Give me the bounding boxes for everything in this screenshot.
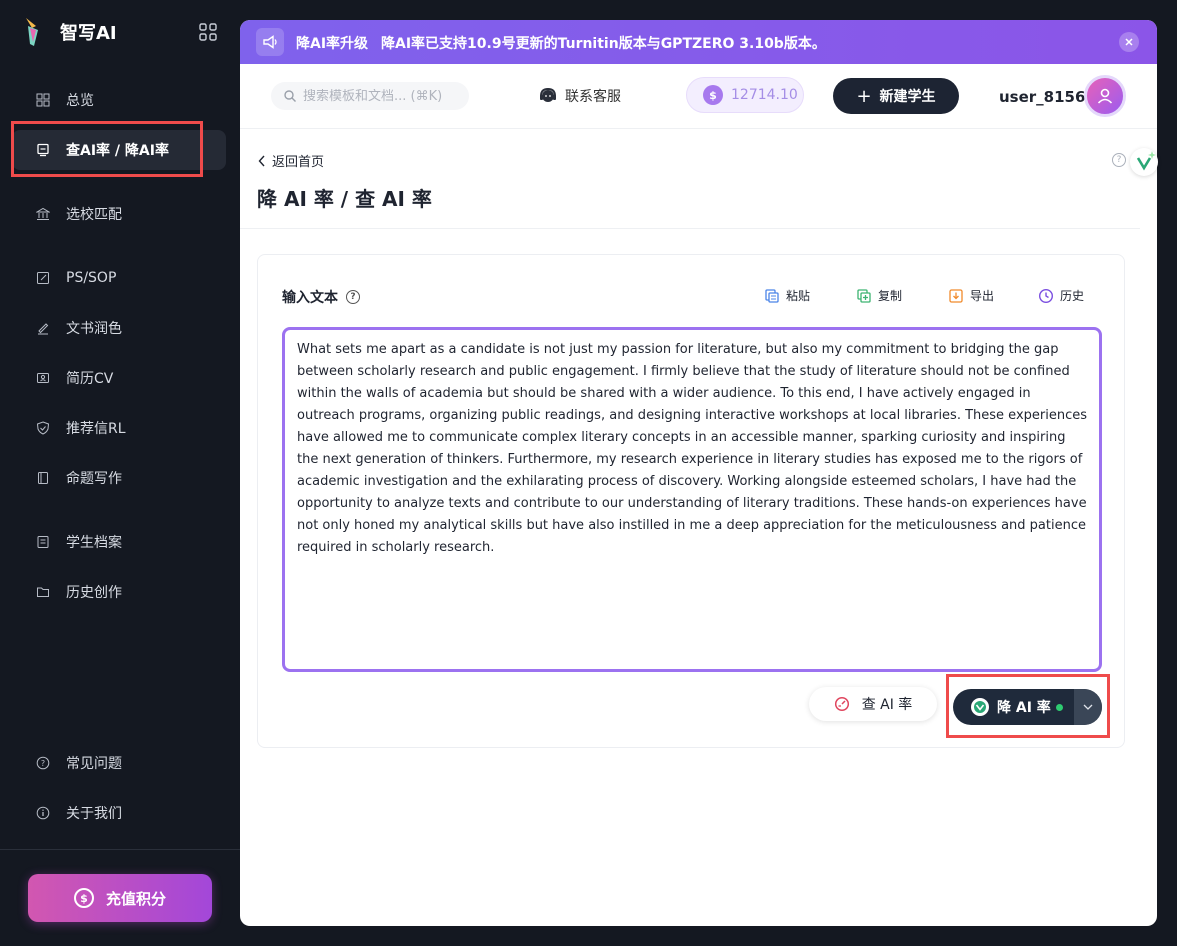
pen-icon: [38, 323, 49, 335]
help-icon[interactable]: ?: [1112, 153, 1126, 167]
credits-badge[interactable]: $ 12714.10: [686, 77, 804, 113]
book-icon: [38, 472, 48, 484]
history-button[interactable]: 历史: [1038, 287, 1084, 304]
question-icon: ?: [36, 756, 50, 770]
resume-icon: [37, 373, 49, 383]
grid-icon: [36, 93, 50, 107]
sidebar-item-label: PS/SOP: [66, 270, 117, 286]
search-icon: [284, 90, 296, 102]
sidebar-item-resume[interactable]: 简历CV: [12, 358, 226, 398]
megaphone-icon: [256, 28, 284, 56]
sidebar-item-faq[interactable]: ? 常见问题: [12, 743, 226, 783]
archive-icon: [37, 536, 49, 548]
sidebar-item-topic-writing[interactable]: 命题写作: [12, 458, 226, 498]
sidebar-item-label: 常见问题: [66, 756, 122, 772]
school-icon: [36, 207, 50, 220]
sidebar-item-about[interactable]: 关于我们: [12, 793, 226, 833]
sidebar-item-label: 推荐信RL: [66, 421, 126, 437]
sparkle-icon: [1136, 151, 1156, 171]
folder-icon: [37, 587, 49, 597]
sidebar-item-label: 文书润色: [66, 321, 122, 337]
highlight-box-reduce: [946, 674, 1110, 738]
sidebar-item-label: 关于我们: [66, 806, 122, 822]
sidebar-item-label: 简历CV: [66, 371, 114, 387]
chevron-left-icon: [258, 155, 265, 166]
sidebar-divider: [0, 849, 240, 850]
headset-icon: [540, 87, 556, 102]
export-label: 导出: [970, 289, 995, 303]
sidebar-item-overview[interactable]: 总览: [12, 80, 226, 120]
check-ai-rate-label: 查 AI 率: [861, 697, 913, 713]
history-label: 历史: [1060, 289, 1085, 303]
sidebar-item-polish[interactable]: 文书润色: [12, 308, 226, 348]
apps-grid-icon[interactable]: [199, 23, 217, 41]
close-icon[interactable]: [1119, 32, 1139, 52]
sidebar: 智写AI 总览 查AI率 / 降AI率 选校匹配 PS/SOP 文书润色 简历C…: [0, 0, 240, 946]
new-student-label: 新建学生: [879, 89, 936, 105]
edit-doc-icon: [37, 272, 49, 284]
gauge-icon: [834, 696, 849, 712]
paste-button[interactable]: 粘贴: [764, 287, 810, 304]
announcement-banner: 降AI率升级 降AI率已支持10.9号更新的Turnitin版本与GPTZERO…: [240, 20, 1157, 64]
app-name: 智写AI: [60, 23, 117, 44]
editor-label-text: 输入文本: [282, 290, 338, 306]
question-icon[interactable]: ?: [346, 290, 360, 304]
sidebar-item-label: 学生档案: [66, 535, 122, 551]
sidebar-item-school-match[interactable]: 选校匹配: [12, 194, 226, 234]
back-link[interactable]: 返回首页: [258, 151, 324, 170]
sidebar-item-label: 选校匹配: [66, 207, 122, 223]
paste-label: 粘贴: [786, 289, 811, 303]
plus-icon: +: [856, 85, 872, 107]
check-ai-rate-button[interactable]: 查 AI 率: [809, 687, 937, 721]
header-divider: [240, 228, 1140, 229]
back-label: 返回首页: [272, 155, 325, 170]
banner-message: 降AI率已支持10.9号更新的Turnitin版本与GPTZERO 3.10b版…: [381, 36, 826, 52]
search-input[interactable]: [303, 88, 463, 104]
username[interactable]: user_8156: [999, 88, 1085, 106]
recharge-button[interactable]: $ 充值积分: [28, 874, 212, 922]
top-bar: 联系客服 $ 12714.10 + 新建学生 user_8156: [240, 64, 1157, 129]
avatar[interactable]: [1084, 75, 1126, 117]
export-button[interactable]: 导出: [948, 287, 994, 304]
paste-icon: [765, 288, 779, 303]
sidebar-item-label: 总览: [66, 93, 94, 109]
copy-button[interactable]: 复制: [856, 287, 902, 304]
credits-value: 12714.10: [731, 87, 798, 103]
sidebar-item-label: 命题写作: [66, 471, 122, 487]
new-student-button[interactable]: + 新建学生: [833, 78, 959, 114]
page-title: 降 AI 率 / 查 AI 率: [257, 187, 432, 211]
sidebar-item-label: 历史创作: [66, 585, 122, 601]
search-box[interactable]: [271, 82, 469, 110]
text-input-area[interactable]: What sets me apart as a candidate is not…: [282, 327, 1102, 672]
logo-icon: [26, 18, 38, 46]
assistant-badge[interactable]: [1130, 148, 1158, 176]
info-icon: [36, 806, 50, 820]
svg-text:?: ?: [41, 759, 45, 768]
user-icon: [1097, 88, 1113, 104]
copy-icon: [857, 288, 871, 303]
sidebar-item-ps-sop[interactable]: PS/SOP: [12, 258, 226, 298]
copy-label: 复制: [878, 289, 903, 303]
highlight-box-sidebar: [11, 121, 203, 177]
main-panel: 降AI率升级 降AI率已支持10.9号更新的Turnitin版本与GPTZERO…: [240, 20, 1157, 926]
export-icon: [949, 288, 963, 303]
editor-label: 输入文本 ?: [282, 287, 360, 307]
service-label: 联系客服: [565, 89, 621, 105]
dollar-coin-icon: $: [73, 888, 94, 908]
customer-service-button[interactable]: 联系客服: [538, 86, 621, 106]
sidebar-item-history[interactable]: 历史创作: [12, 572, 226, 612]
banner-tag: 降AI率升级: [296, 36, 369, 52]
app-logo[interactable]: 智写AI: [22, 16, 117, 48]
clock-icon: [1038, 288, 1054, 303]
shield-icon: [36, 421, 50, 435]
recharge-label: 充值积分: [105, 889, 166, 908]
coin-icon: $: [703, 85, 723, 105]
sidebar-item-student-archive[interactable]: 学生档案: [12, 522, 226, 562]
sidebar-item-recommendation[interactable]: 推荐信RL: [12, 408, 226, 448]
